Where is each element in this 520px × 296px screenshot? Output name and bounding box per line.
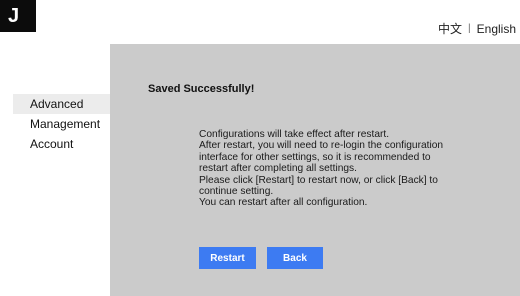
sidebar: Advanced Management Account: [13, 94, 110, 154]
message-line: After restart, you will need to re-login…: [199, 140, 444, 152]
message-line: Please click [Restart] to restart now, o…: [199, 174, 438, 186]
message-line: interface for other settings, so it is r…: [199, 151, 431, 163]
message-line: restart after completing all settings.: [199, 163, 357, 175]
restart-message: Configurations will take effect after re…: [199, 129, 499, 209]
app-root: J 中文 | English Advanced Management Accou…: [0, 0, 520, 296]
message-line: You can restart after all configuration.: [199, 197, 368, 209]
language-switcher: 中文 | English: [438, 20, 516, 37]
sidebar-item-advanced[interactable]: Advanced: [13, 94, 110, 114]
back-button[interactable]: Back: [267, 247, 323, 269]
language-english-link[interactable]: English: [477, 22, 516, 36]
message-line: continue setting.: [199, 186, 274, 198]
sidebar-item-management[interactable]: Management: [30, 114, 110, 134]
content-panel: Saved Successfully! Configurations will …: [110, 44, 520, 296]
restart-button[interactable]: Restart: [199, 247, 256, 269]
brand-logo: J: [0, 0, 36, 32]
language-chinese-link[interactable]: 中文: [438, 20, 462, 37]
success-status: Saved Successfully!: [148, 83, 255, 95]
logo-text: J: [8, 5, 20, 27]
language-separator: |: [468, 23, 471, 34]
message-line: Configurations will take effect after re…: [199, 129, 390, 140]
sidebar-item-account[interactable]: Account: [30, 134, 110, 154]
